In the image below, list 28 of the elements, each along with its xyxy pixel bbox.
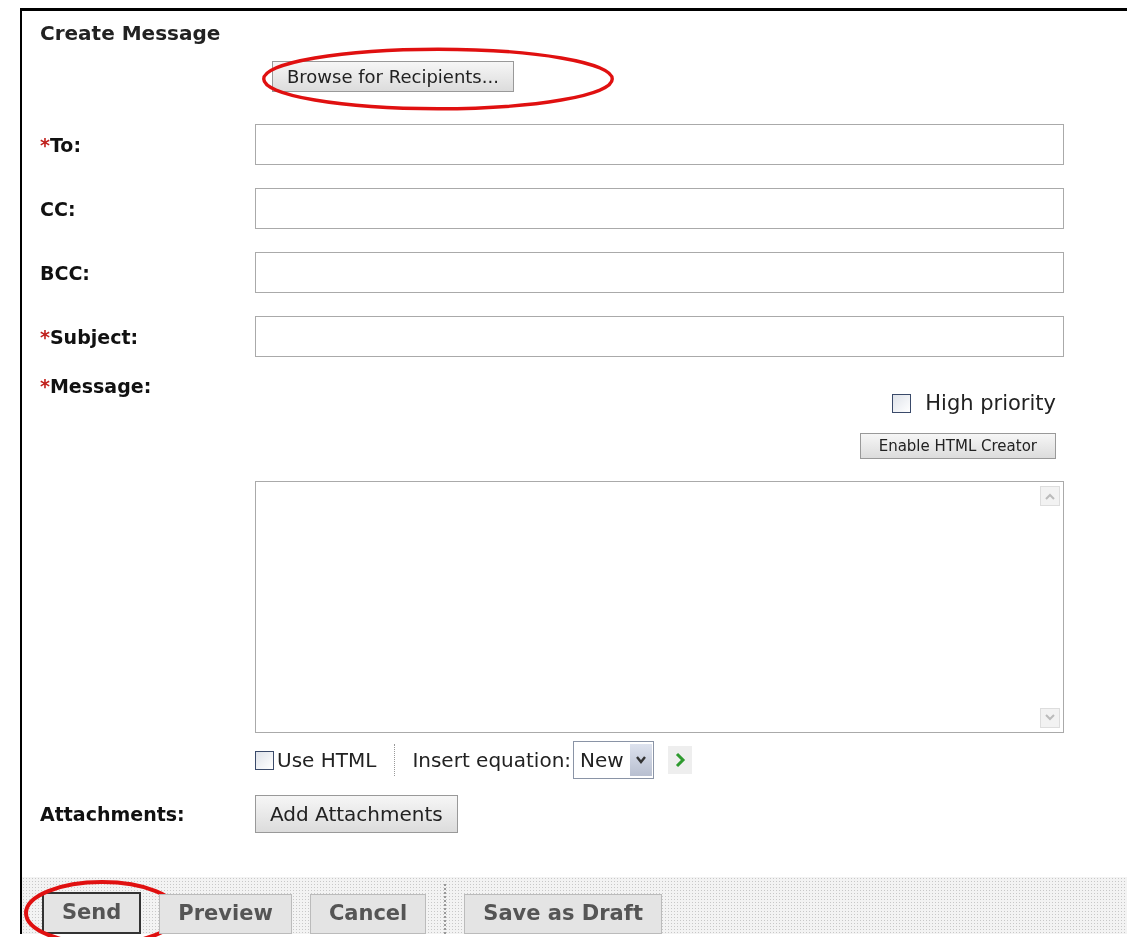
chevron-right-icon[interactable]: [673, 752, 686, 768]
form-title: Create Message: [40, 21, 222, 47]
input-field[interactable]: [255, 252, 1064, 293]
checkbox-label: Use HTML: [277, 748, 377, 772]
field-label: CC:: [40, 197, 77, 220]
caret-icon: [634, 756, 647, 764]
field-label: *Message:: [40, 374, 153, 399]
field-label: BCC:: [40, 261, 91, 284]
field-label: *To:: [40, 133, 83, 156]
enable-html-creator-button[interactable]: Enable HTML Creator: [859, 433, 1056, 459]
scroll-up-icon: [1044, 492, 1056, 500]
action-button[interactable]: Cancel: [309, 894, 427, 934]
checkbox[interactable]: [255, 750, 274, 770]
checkbox-label: High priority: [925, 391, 1056, 415]
action-button[interactable]: Save as Draft: [464, 894, 662, 934]
scroll-down-icon: [1044, 714, 1056, 722]
field-label: Attachments:: [40, 803, 186, 825]
equation-select[interactable]: New: [573, 741, 654, 779]
checkbox[interactable]: [892, 393, 912, 413]
input-field[interactable]: [255, 124, 1064, 165]
add-attachments-button[interactable]: Add Attachments: [255, 795, 458, 833]
field-label: *Subject:: [40, 325, 140, 348]
browse-recipients-button[interactable]: Browse for Recipients...: [272, 60, 514, 92]
equation-label: Insert equation:: [412, 748, 572, 772]
action-button[interactable]: Preview: [159, 894, 292, 934]
action-button[interactable]: Send: [42, 892, 142, 934]
input-field[interactable]: [255, 316, 1064, 357]
input-field[interactable]: [255, 188, 1064, 229]
